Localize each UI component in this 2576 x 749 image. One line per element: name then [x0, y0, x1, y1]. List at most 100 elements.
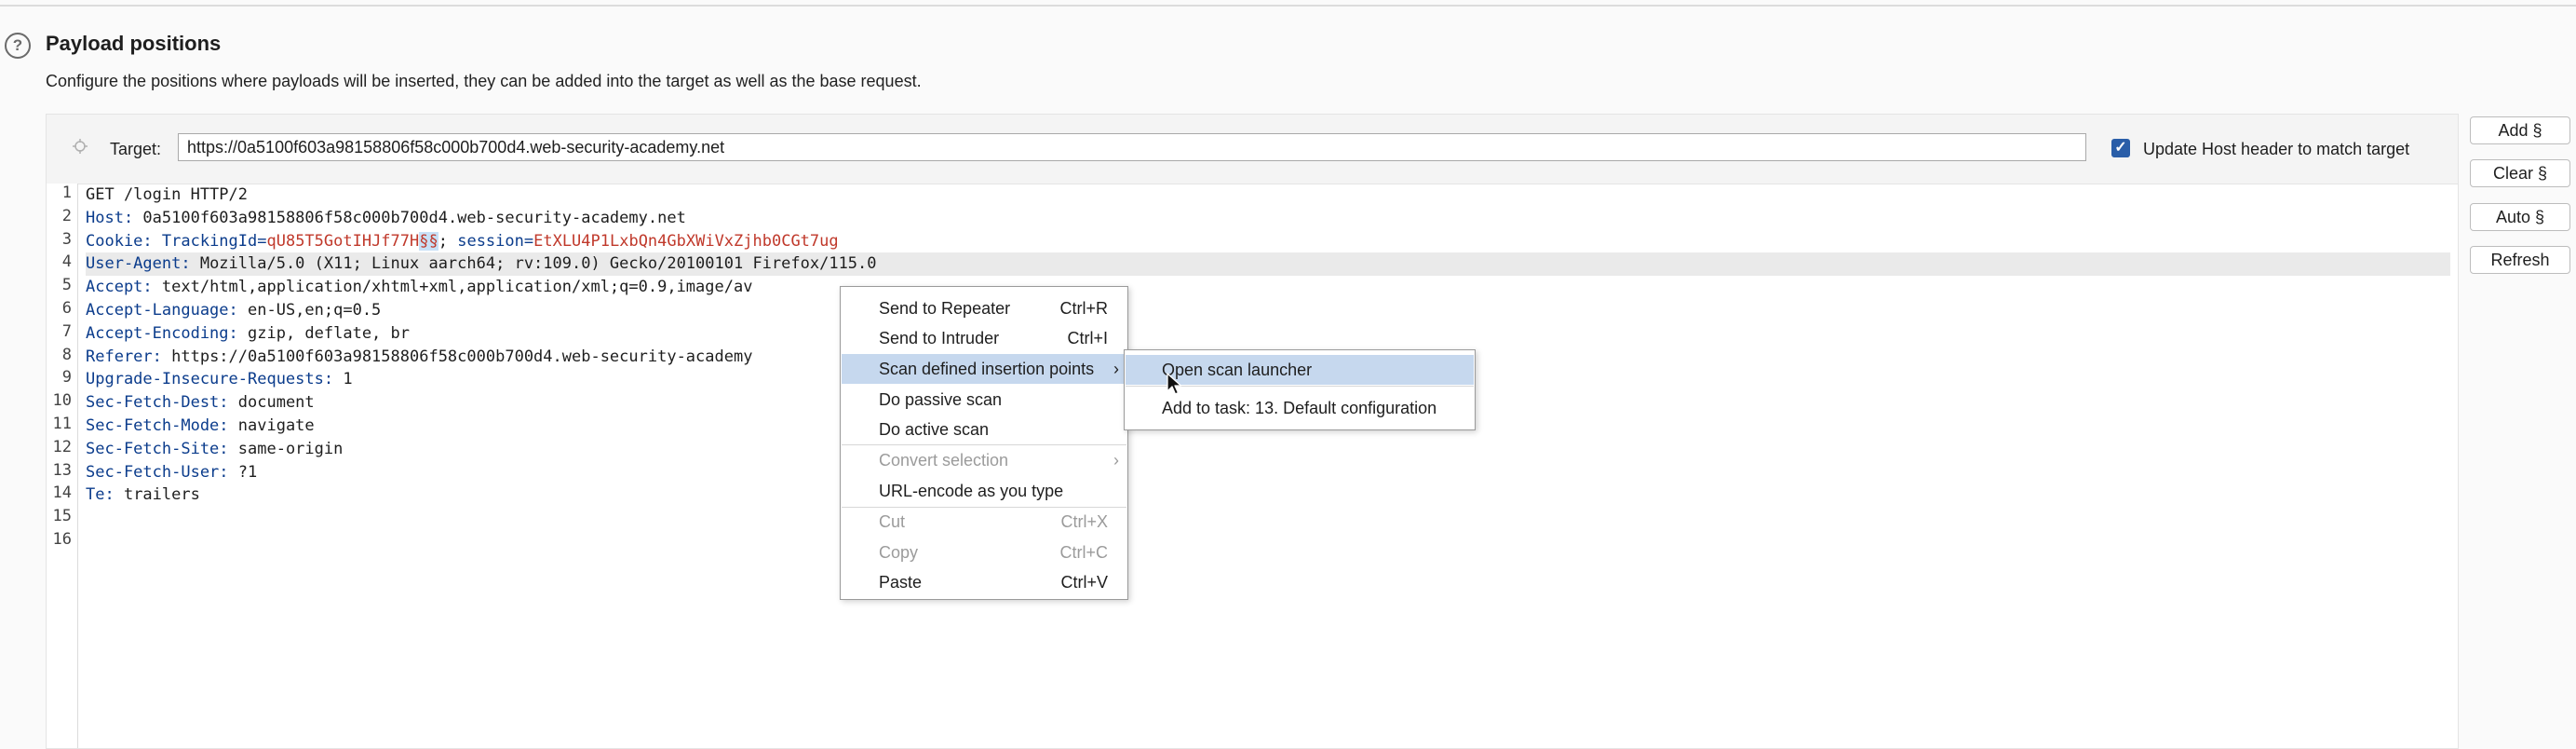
line-number: 15 — [52, 507, 72, 526]
header-name: Sec-Fetch-Dest: — [86, 393, 229, 413]
line-number: 3 — [61, 229, 72, 249]
menu-item-shortcut: Ctrl+X — [1060, 512, 1108, 531]
header-value: same-origin — [228, 439, 344, 458]
header-name: Accept-Language: — [86, 301, 238, 320]
target-url-input[interactable]: https://0a5100f603a98158806f58c000b700d4… — [178, 133, 2086, 161]
payload-marker[interactable]: §§ — [419, 231, 438, 251]
menu-item-label: Add to task: 13. Default configuration — [1162, 399, 1437, 417]
menu-item-label: Send to Intruder — [879, 329, 1000, 347]
line-number: 9 — [61, 368, 72, 388]
line-number: 11 — [52, 415, 72, 433]
header-line-sec-fetch-mode[interactable]: Sec-Fetch-Mode: navigate — [86, 415, 315, 438]
header-line-sec-fetch-dest[interactable]: Sec-Fetch-Dest: document — [86, 391, 315, 415]
header-name: Te: — [86, 485, 115, 505]
header-value: en-US,en;q=0.5 — [237, 301, 382, 320]
menu-item-shortcut: Ctrl+I — [1067, 329, 1108, 347]
target-bar: Target: https://0a5100f603a98158806f58c0… — [47, 115, 2458, 184]
line-number: 8 — [61, 345, 72, 364]
header-name: Upgrade-Insecure-Requests: — [86, 370, 334, 389]
header-line-accept-language[interactable]: Accept-Language: en-US,en;q=0.5 — [86, 299, 381, 322]
menu-item-scan-defined-insertion-points[interactable]: Scan defined insertion points › — [842, 354, 1126, 384]
header-line-upgrade-insecure[interactable]: Upgrade-Insecure-Requests: 1 — [86, 368, 353, 391]
header-name: Referer: — [86, 347, 162, 366]
line-number: 12 — [52, 437, 72, 456]
header-value: trailers — [114, 485, 200, 505]
cookie-param-value: qU85T5GotIHJf77H — [266, 231, 420, 251]
line-number-gutter: 1 2 3 4 5 6 7 8 9 10 11 12 13 14 15 16 — [47, 184, 78, 748]
menu-item-send-to-intruder[interactable]: Send to Intruder Ctrl+I — [842, 323, 1126, 353]
header-value: gzip, deflate, br — [237, 323, 410, 343]
line-number: 1 — [61, 184, 72, 202]
request-editor[interactable]: 1 2 3 4 5 6 7 8 9 10 11 12 13 14 15 16 G… — [47, 184, 2458, 748]
header-line-accept-encoding[interactable]: Accept-Encoding: gzip, deflate, br — [86, 322, 410, 346]
menu-item-shortcut: Ctrl+R — [1059, 299, 1108, 318]
header-line-referer[interactable]: Referer: https://0a5100f603a98158806f58c… — [86, 346, 752, 369]
header-line-accept[interactable]: Accept: text/html,application/xhtml+xml,… — [86, 276, 752, 299]
line-number: 6 — [61, 299, 72, 318]
line-number: 4 — [61, 252, 72, 272]
target-label: Target: — [110, 140, 162, 158]
header-value: 0a5100f603a98158806f58c000b700d4.web-sec… — [133, 208, 686, 227]
header-value: https://0a5100f603a98158806f58c000b700d4… — [161, 347, 753, 366]
line-number: 14 — [52, 483, 72, 503]
add-marker-button[interactable]: Add § — [2470, 116, 2570, 144]
cookie-param-name: session= — [457, 231, 534, 251]
header-name: Host: — [86, 208, 134, 227]
header-line-sec-fetch-site[interactable]: Sec-Fetch-Site: same-origin — [86, 438, 343, 461]
header-line-host[interactable]: Host: 0a5100f603a98158806f58c000b700d4.w… — [86, 207, 686, 230]
chevron-right-icon: › — [1113, 451, 1119, 470]
menu-item-shortcut: Ctrl+C — [1059, 543, 1108, 562]
menu-item-label: Convert selection — [879, 451, 1009, 470]
menu-item-active-scan[interactable]: Do active scan — [842, 415, 1126, 444]
menu-item-label: Cut — [879, 512, 906, 531]
auto-markers-button[interactable]: Auto § — [2470, 203, 2570, 231]
header-line-user-agent[interactable]: User-Agent: Mozilla/5.0 (X11; Linux aarc… — [86, 252, 2450, 277]
header-value: Mozilla/5.0 (X11; Linux aarch64; rv:109.… — [190, 254, 877, 274]
header-line-sec-fetch-user[interactable]: Sec-Fetch-User: ?1 — [86, 461, 257, 484]
context-menu: Send to Repeater Ctrl+R Send to Intruder C… — [840, 286, 1128, 600]
mouse-cursor-icon — [1167, 373, 1182, 395]
menu-item-label: Do passive scan — [879, 390, 1003, 409]
line-number: 7 — [61, 321, 72, 341]
line-number: 5 — [61, 276, 72, 295]
header-value: text/html,application/xhtml+xml,applicat… — [152, 278, 753, 297]
crosshair-icon — [73, 139, 88, 154]
update-host-checkbox[interactable]: ✓ — [2111, 139, 2130, 157]
header-name: Cookie: — [86, 231, 153, 251]
clear-markers-button[interactable]: Clear § — [2470, 159, 2570, 187]
header-value: ?1 — [228, 462, 258, 482]
menu-item-passive-scan[interactable]: Do passive scan — [842, 385, 1126, 415]
menu-item-add-to-task[interactable]: Add to task: 13. Default configuration — [1126, 393, 1474, 423]
cookie-param-value: EtXLU4P1LxbQn4GbXWiVxZjhb0CGt7ug — [533, 231, 839, 251]
menu-item-label: Open scan launcher — [1162, 361, 1313, 379]
menu-item-label: Copy — [879, 543, 919, 562]
header-name: Sec-Fetch-Site: — [86, 439, 229, 458]
request-line[interactable]: GET /login HTTP/2 — [86, 184, 248, 207]
header-name: Accept: — [86, 278, 153, 297]
menu-item-url-encode[interactable]: URL-encode as you type — [842, 476, 1126, 506]
refresh-button[interactable]: Refresh — [2470, 246, 2570, 274]
header-line-cookie[interactable]: Cookie: TrackingId=qU85T5GotIHJf77H§§; s… — [86, 230, 839, 253]
menu-item-paste[interactable]: Paste Ctrl+V — [842, 567, 1126, 597]
header-line-te[interactable]: Te: trailers — [86, 483, 200, 507]
cookie-param-name: TrackingId= — [152, 231, 267, 251]
section-description: Configure the positions where payloads w… — [46, 72, 922, 90]
header-name: Accept-Encoding: — [86, 323, 238, 343]
help-icon[interactable]: ? — [5, 33, 31, 59]
top-divider — [0, 5, 2576, 7]
update-host-label[interactable]: Update Host header to match target — [2143, 140, 2409, 159]
header-value: navigate — [228, 416, 315, 435]
line-number: 2 — [61, 206, 72, 225]
menu-item-send-to-repeater[interactable]: Send to Repeater Ctrl+R — [842, 293, 1126, 323]
header-value: 1 — [333, 370, 353, 389]
chevron-right-icon: › — [1113, 360, 1119, 378]
line-number: 10 — [52, 391, 72, 411]
header-value: document — [228, 393, 315, 413]
menu-item-convert-selection: Convert selection › — [842, 445, 1126, 475]
cookie-separator: ; — [438, 231, 458, 251]
menu-item-shortcut: Ctrl+V — [1060, 573, 1108, 592]
menu-item-label: Paste — [879, 573, 923, 592]
header-name: Sec-Fetch-Mode: — [86, 416, 229, 435]
menu-item-copy: Copy Ctrl+C — [842, 538, 1126, 567]
section-title: Payload positions — [46, 32, 222, 55]
